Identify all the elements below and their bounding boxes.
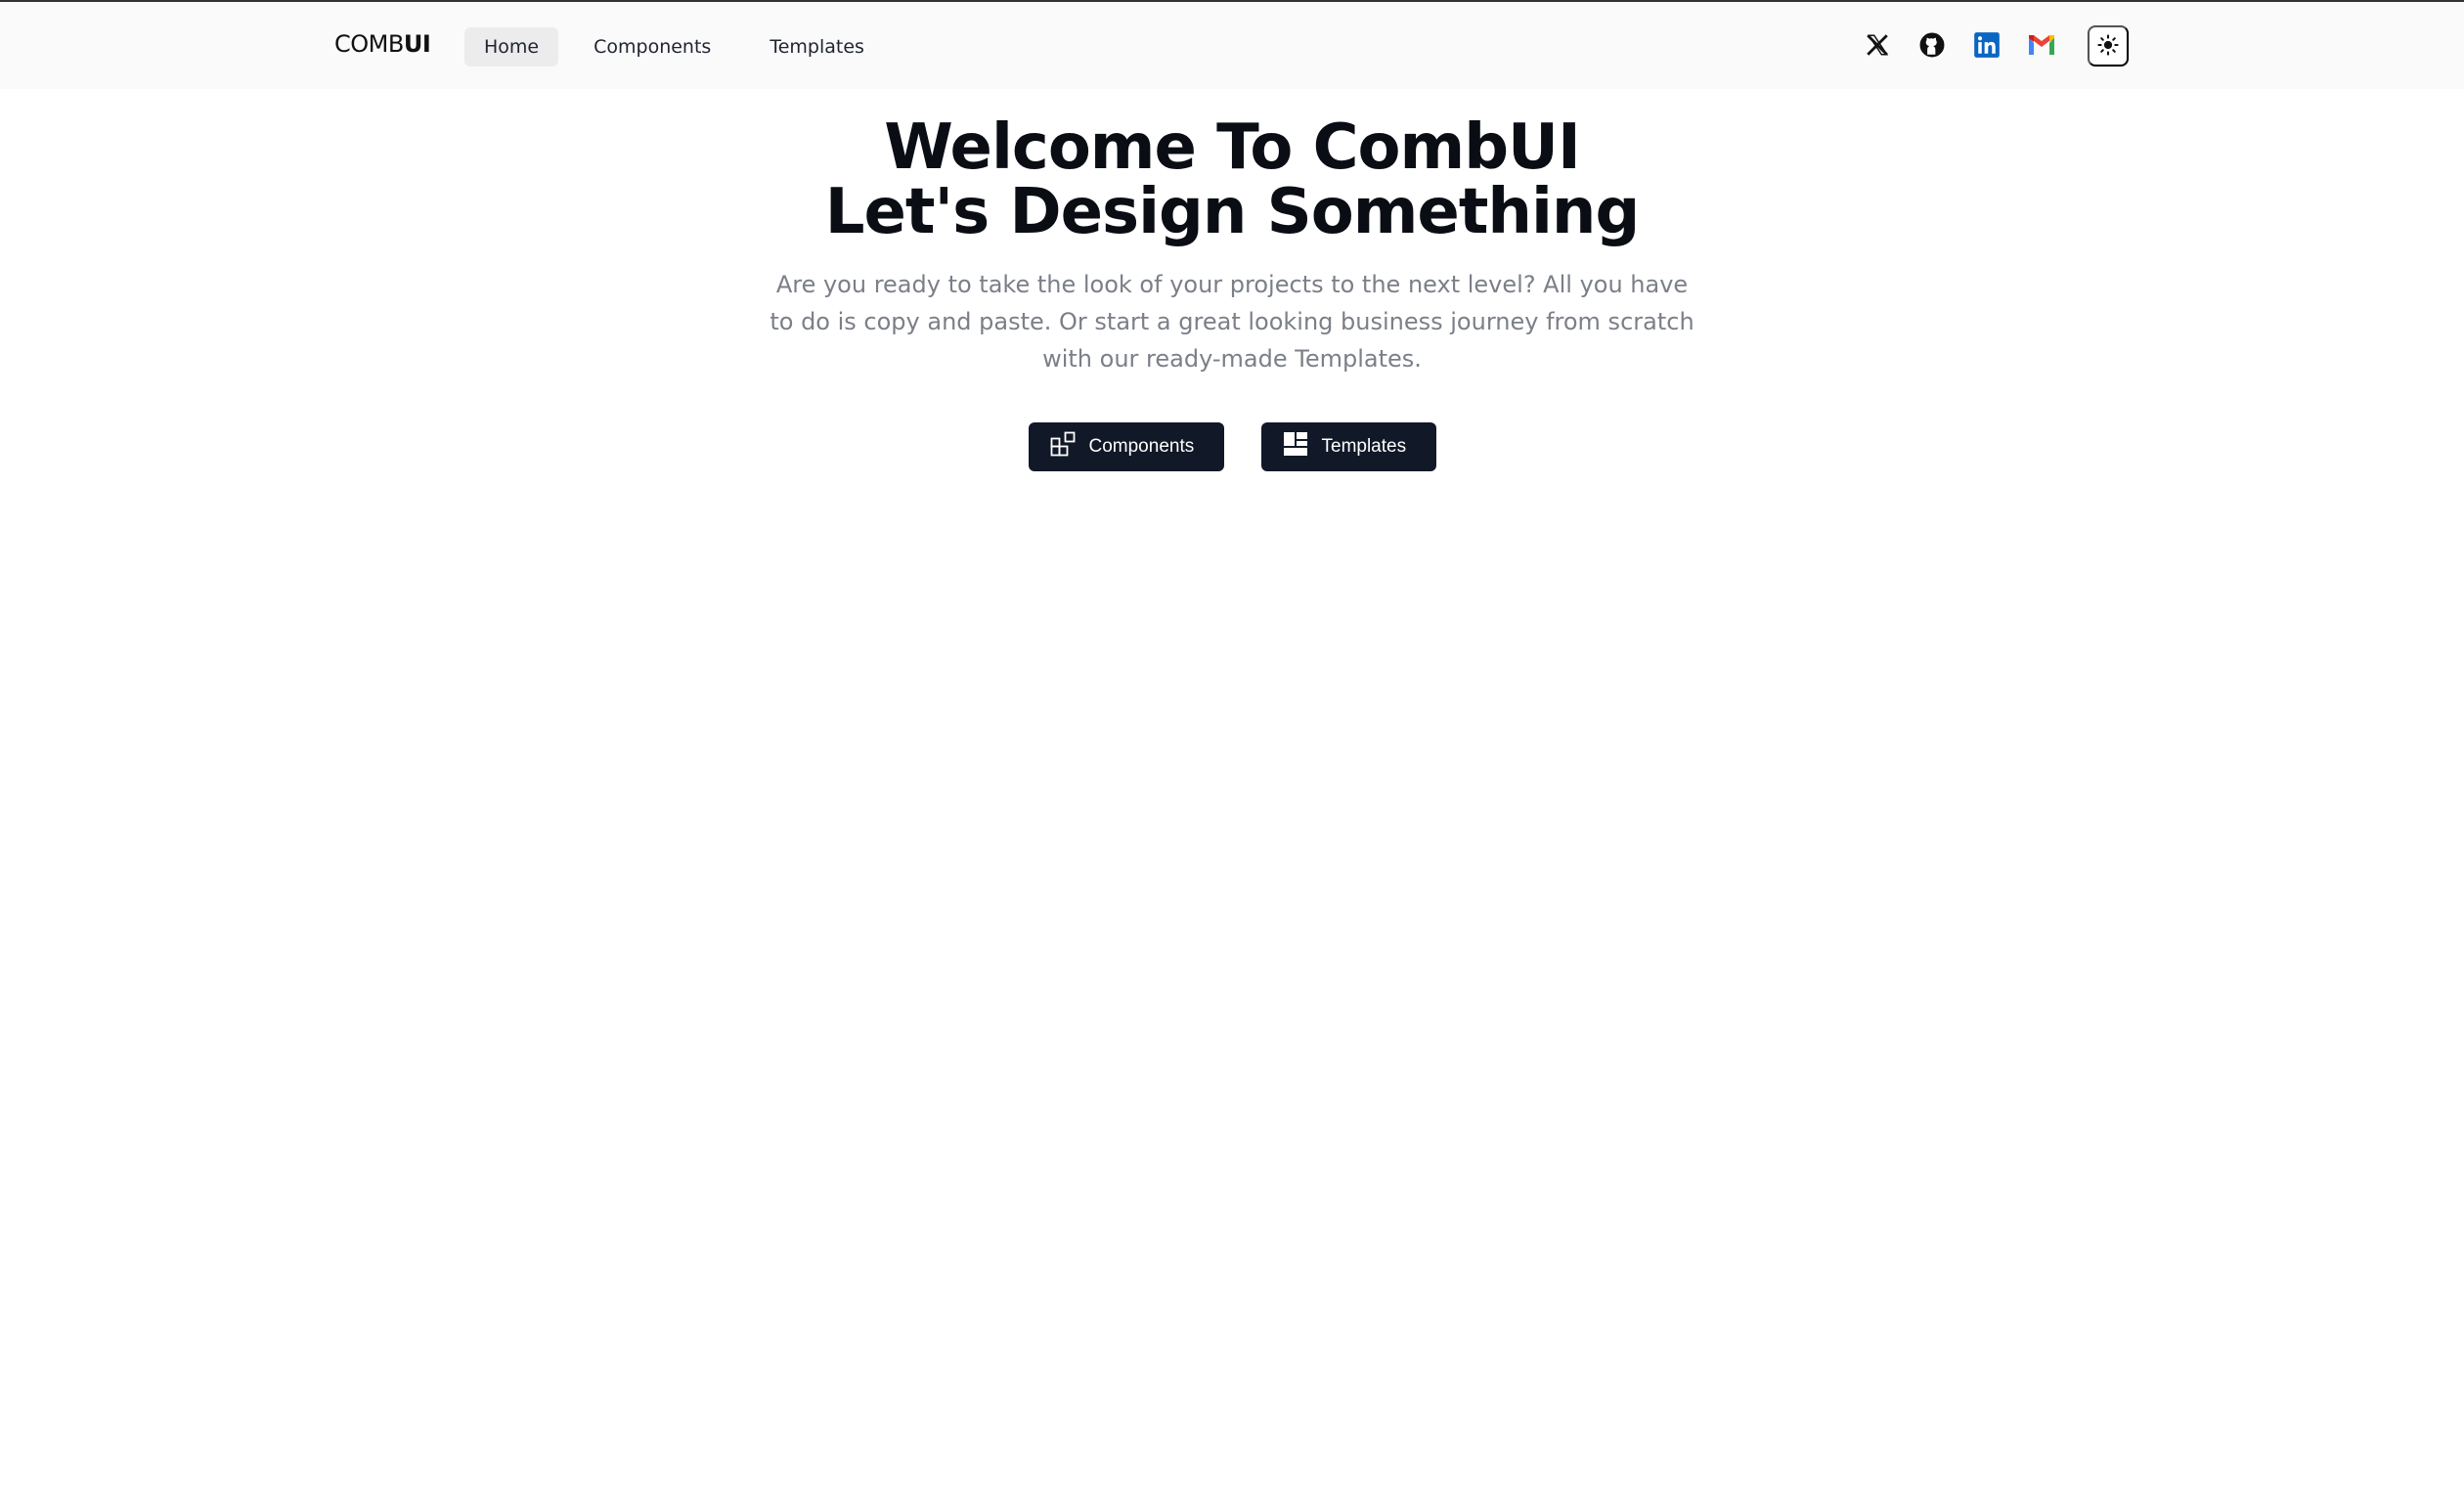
components-button-label: Components	[1088, 436, 1195, 457]
gmail-icon[interactable]	[2026, 29, 2057, 61]
x-icon[interactable]	[1862, 29, 1893, 61]
nav-components[interactable]: Components	[574, 27, 730, 66]
brand-part-1: COMB	[334, 30, 404, 58]
main-nav: Home Components Templates	[464, 27, 884, 66]
hero-subtitle: Are you ready to take the look of your p…	[770, 271, 1694, 373]
templates-layout-icon	[1283, 431, 1308, 463]
components-button[interactable]: Components	[1028, 422, 1224, 471]
top-navbar: COMBUI Home Components Templates	[0, 2, 2464, 89]
nav-templates[interactable]: Templates	[750, 27, 884, 66]
components-grid-icon	[1050, 431, 1076, 463]
linkedin-icon[interactable]	[1971, 29, 2002, 61]
brand-logo[interactable]: COMBUI	[334, 27, 431, 61]
social-links	[1862, 29, 2057, 61]
github-icon[interactable]	[1916, 29, 1948, 61]
hero-title: Welcome To CombUI Let's Design Something	[824, 111, 1641, 248]
brand-part-2: UI	[403, 30, 431, 58]
cta-buttons: Components Templates	[0, 422, 2464, 471]
templates-button[interactable]: Templates	[1260, 422, 1436, 471]
sun-icon	[2097, 33, 2119, 59]
nav-home[interactable]: Home	[464, 27, 559, 66]
theme-toggle-button[interactable]	[2088, 25, 2129, 66]
templates-button-label: Templates	[1321, 436, 1407, 457]
hero-section: Welcome To CombUI Let's Design Something…	[0, 115, 2464, 377]
